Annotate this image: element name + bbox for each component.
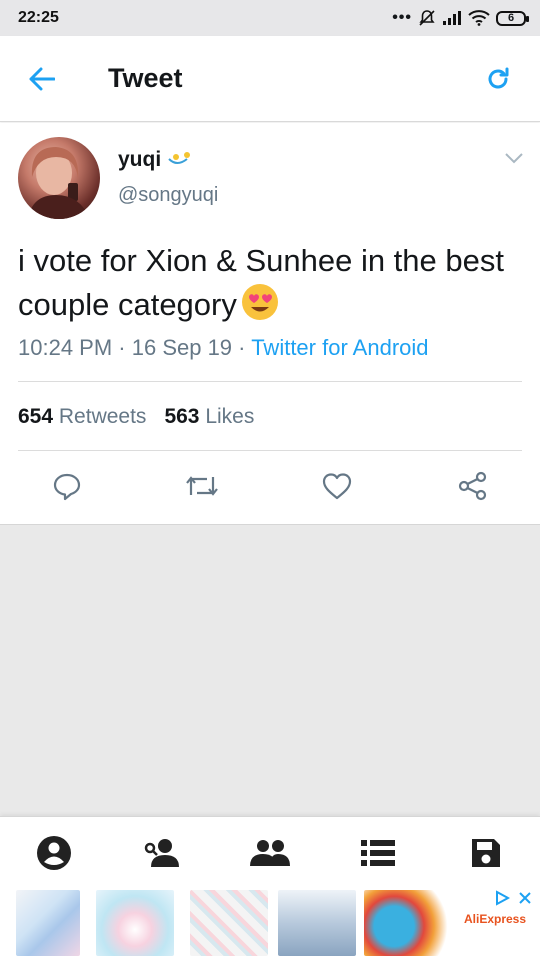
tweet-date: 16 Sep 19 <box>131 335 233 360</box>
likes-label: Likes <box>205 405 255 428</box>
refresh-button[interactable] <box>456 36 540 122</box>
avatar[interactable] <box>18 137 100 219</box>
person-search-icon <box>144 839 179 867</box>
tweet-meta: 10:24 PM · 16 Sep 19 · Twitter for Andro… <box>18 335 429 361</box>
nav-account-button[interactable] <box>34 835 74 871</box>
group-icon <box>250 840 290 866</box>
retweets-label: Retweets <box>58 405 147 428</box>
close-icon[interactable] <box>518 891 532 905</box>
back-button[interactable] <box>0 36 84 122</box>
tweet-actions <box>0 463 540 509</box>
retweets-count: 654 <box>18 405 54 428</box>
avatar-photo <box>28 147 90 219</box>
more-dots-icon: ••• <box>392 9 412 26</box>
bottom-nav <box>0 816 540 888</box>
mute-bell-icon <box>419 10 435 26</box>
nav-group-button[interactable] <box>250 835 290 871</box>
signal-icon <box>443 11 461 25</box>
nav-list-button[interactable] <box>358 835 398 871</box>
tweet-source-link[interactable]: Twitter for Android <box>251 335 428 360</box>
tweet-stats: 654 Retweets 563 Likes <box>18 405 254 429</box>
ad-product-stickers[interactable] <box>190 890 268 956</box>
ad-product-cake-stand[interactable] <box>96 890 174 956</box>
app-bar: Tweet <box>0 36 540 122</box>
divider <box>18 381 522 382</box>
refresh-icon <box>488 67 509 88</box>
battery-level: 6 <box>507 12 515 24</box>
reply-button[interactable] <box>50 469 84 503</box>
ad-controls <box>494 890 532 906</box>
status-icons: ••• 6 <box>392 9 529 27</box>
wifi-icon <box>468 10 490 26</box>
meta-separator: · <box>232 335 252 360</box>
ad-product-phone-case[interactable] <box>16 890 80 956</box>
account-icon <box>37 836 71 870</box>
list-icon <box>361 840 395 866</box>
battery-icon: 6 <box>496 10 529 26</box>
divider <box>18 450 522 451</box>
tweet-text: i vote for Xion & Sunhee in the best cou… <box>18 239 518 327</box>
meta-separator: · <box>112 335 132 360</box>
share-icon <box>458 471 487 501</box>
heart-icon <box>322 473 352 500</box>
page-title: Tweet <box>108 63 183 93</box>
reply-icon <box>53 473 81 501</box>
like-button[interactable] <box>320 469 354 503</box>
share-button[interactable] <box>456 469 490 503</box>
author-name: yuqi <box>118 148 162 171</box>
ad-product-organizer[interactable] <box>278 890 356 956</box>
nav-save-button[interactable] <box>466 835 506 871</box>
retweet-icon <box>186 476 218 496</box>
retweet-button[interactable] <box>185 469 219 503</box>
ad-product-caps[interactable] <box>364 890 450 956</box>
tweet-detail: yuqi @songyuqi i vote for Xion & Sunhee … <box>0 123 540 523</box>
retweets-stat[interactable]: 654 Retweets <box>18 405 146 429</box>
ad-brand-logo[interactable]: AliExpress <box>464 912 526 926</box>
ad-banner[interactable] <box>0 888 540 960</box>
arrow-left-icon <box>29 67 55 90</box>
save-icon <box>472 839 500 867</box>
chevron-down-icon[interactable] <box>504 151 524 165</box>
status-bar: 22:25 ••• 6 <box>0 0 540 36</box>
empty-content-area <box>0 524 540 816</box>
author-name-row[interactable]: yuqi <box>118 148 193 172</box>
adchoices-icon[interactable] <box>494 890 510 906</box>
status-time: 22:25 <box>18 9 59 26</box>
sparkle-emoji-icon <box>168 152 191 164</box>
likes-count: 563 <box>164 405 200 428</box>
author-handle[interactable]: @songyuqi <box>118 184 218 207</box>
tweet-time: 10:24 PM <box>18 335 113 360</box>
likes-stat[interactable]: 563 Likes <box>164 405 254 429</box>
nav-person-search-button[interactable] <box>142 835 182 871</box>
heart-eyes-emoji-icon <box>241 284 278 320</box>
